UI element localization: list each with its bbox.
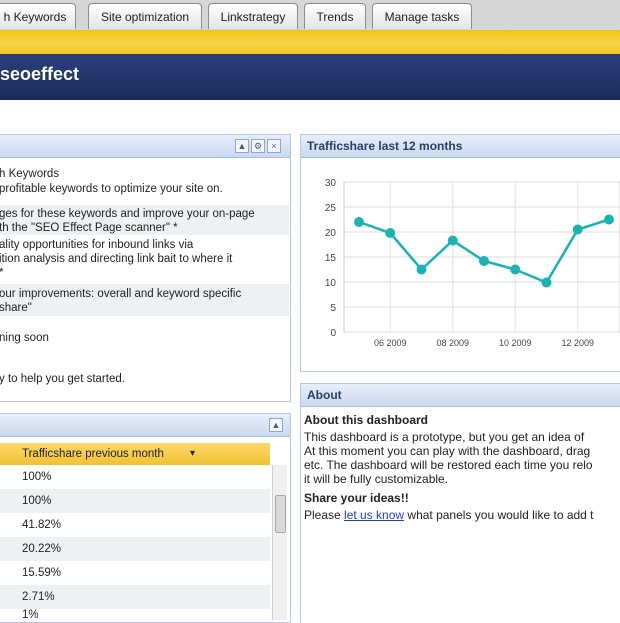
step-line: y to help you get started.: [0, 373, 125, 385]
table-row: 2.71%: [0, 585, 270, 609]
data-point: [416, 264, 427, 275]
data-point: [447, 235, 458, 246]
data-point: [385, 228, 396, 238]
scrollbar-thumb[interactable]: [275, 495, 286, 533]
let-us-know-link[interactable]: let us know: [344, 508, 404, 522]
table-cell: 20.22%: [22, 543, 62, 555]
table-scrollbar[interactable]: [272, 465, 287, 620]
tab-bar: h Keywords Site optimization Linkstrateg…: [0, 0, 620, 30]
about-text-line: etc. The dashboard will be restored each…: [304, 458, 593, 472]
x-tick-label: 06 2009: [374, 338, 407, 348]
about-text-line: This dashboard is a prototype, but you g…: [304, 430, 585, 444]
y-tick-label: 15: [325, 253, 337, 264]
table-row: 1%: [0, 609, 270, 621]
settings-icon[interactable]: ⚙: [251, 139, 265, 153]
share-suffix: what panels you would like to add t: [404, 508, 594, 522]
step-line: *: [0, 266, 289, 280]
step-line: ning soon: [0, 332, 49, 344]
about-panel-title: About: [307, 388, 342, 402]
table-row: 41.82%: [0, 513, 270, 537]
data-point: [604, 214, 614, 225]
about-heading: About this dashboard: [304, 413, 428, 427]
tab-keywords[interactable]: h Keywords: [0, 3, 76, 29]
tab-site-optimization[interactable]: Site optimization: [88, 3, 202, 29]
app-title: seoeffect: [0, 64, 80, 84]
table-row: 15.59%: [0, 561, 270, 585]
steps-panel: ▲ ⚙ × h Keywords profitable keywords to …: [0, 134, 291, 402]
table-panel-header: ▲: [0, 414, 290, 437]
table-cell: 1%: [22, 609, 39, 621]
x-tick-label: 10 2009: [499, 338, 532, 348]
data-point: [510, 264, 521, 275]
step-line: share": [0, 302, 32, 314]
table-cell: 41.82%: [22, 519, 62, 531]
collapse-icon[interactable]: ▲: [269, 418, 283, 432]
y-tick-label: 10: [325, 278, 337, 289]
table-row: 100%: [0, 465, 270, 489]
x-tick-label: 08 2009: [436, 338, 469, 348]
share-heading: Share your ideas!!: [304, 491, 409, 505]
data-point: [479, 256, 489, 266]
chart-panel-title: Trafficshare last 12 months: [307, 139, 463, 153]
share-prefix: Please: [304, 508, 345, 522]
table-header[interactable]: Trafficshare previous month ▾: [0, 443, 270, 465]
sort-icon[interactable]: ▾: [190, 443, 195, 465]
step-line: ges for these keywords and improve your …: [0, 208, 255, 220]
y-tick-label: 25: [325, 203, 337, 214]
table-cell: 100%: [22, 495, 52, 507]
step-line: profitable keywords to optimize your sit…: [0, 183, 223, 195]
step-line: th the "SEO Effect Page scanner" *: [0, 222, 178, 234]
table-row: 100%: [0, 489, 270, 513]
app-header: [0, 54, 620, 100]
x-tick-label: 12 2009: [561, 338, 594, 348]
chart-panel-header: Trafficshare last 12 months: [301, 135, 620, 158]
y-tick-label: 0: [330, 328, 336, 339]
table-cell: 2.71%: [22, 591, 55, 603]
about-text-line: it will be fully customizable.: [304, 472, 449, 486]
data-point: [541, 277, 552, 288]
step-line: our improvements: overall and keyword sp…: [0, 288, 242, 300]
y-tick-label: 30: [325, 178, 337, 189]
trafficshare-line-chart: 0 5 10 15 20 25 30 06 2009 08 2009 10 2009 12 2009: [325, 178, 620, 348]
tab-trends[interactable]: Trends: [304, 3, 366, 29]
step-line: ition analysis and directing link bait t…: [0, 253, 233, 265]
step-line: ality opportunities for inbound links vi…: [0, 239, 194, 251]
data-point: [572, 224, 583, 235]
steps-panel-header: ▲ ⚙ ×: [0, 135, 290, 158]
about-panel-header: About: [301, 384, 620, 407]
about-text-line: At this moment you can play with the das…: [304, 444, 591, 458]
column-header-trafficshare[interactable]: Trafficshare previous month: [22, 443, 164, 465]
data-point: [354, 217, 364, 227]
table-row: 20.22%: [0, 537, 270, 561]
accent-stripe: [0, 30, 620, 54]
y-tick-label: 5: [330, 303, 336, 314]
table-cell: 15.59%: [22, 567, 62, 579]
tab-linkstrategy[interactable]: Linkstrategy: [208, 3, 298, 29]
table-cell: 100%: [22, 471, 52, 483]
step-line: h Keywords: [0, 168, 60, 180]
y-tick-label: 20: [325, 228, 337, 239]
collapse-icon[interactable]: ▲: [235, 139, 249, 153]
close-icon[interactable]: ×: [267, 139, 281, 153]
tab-manage-tasks[interactable]: Manage tasks: [372, 3, 472, 29]
share-text: Please let us know what panels you would…: [304, 509, 594, 522]
